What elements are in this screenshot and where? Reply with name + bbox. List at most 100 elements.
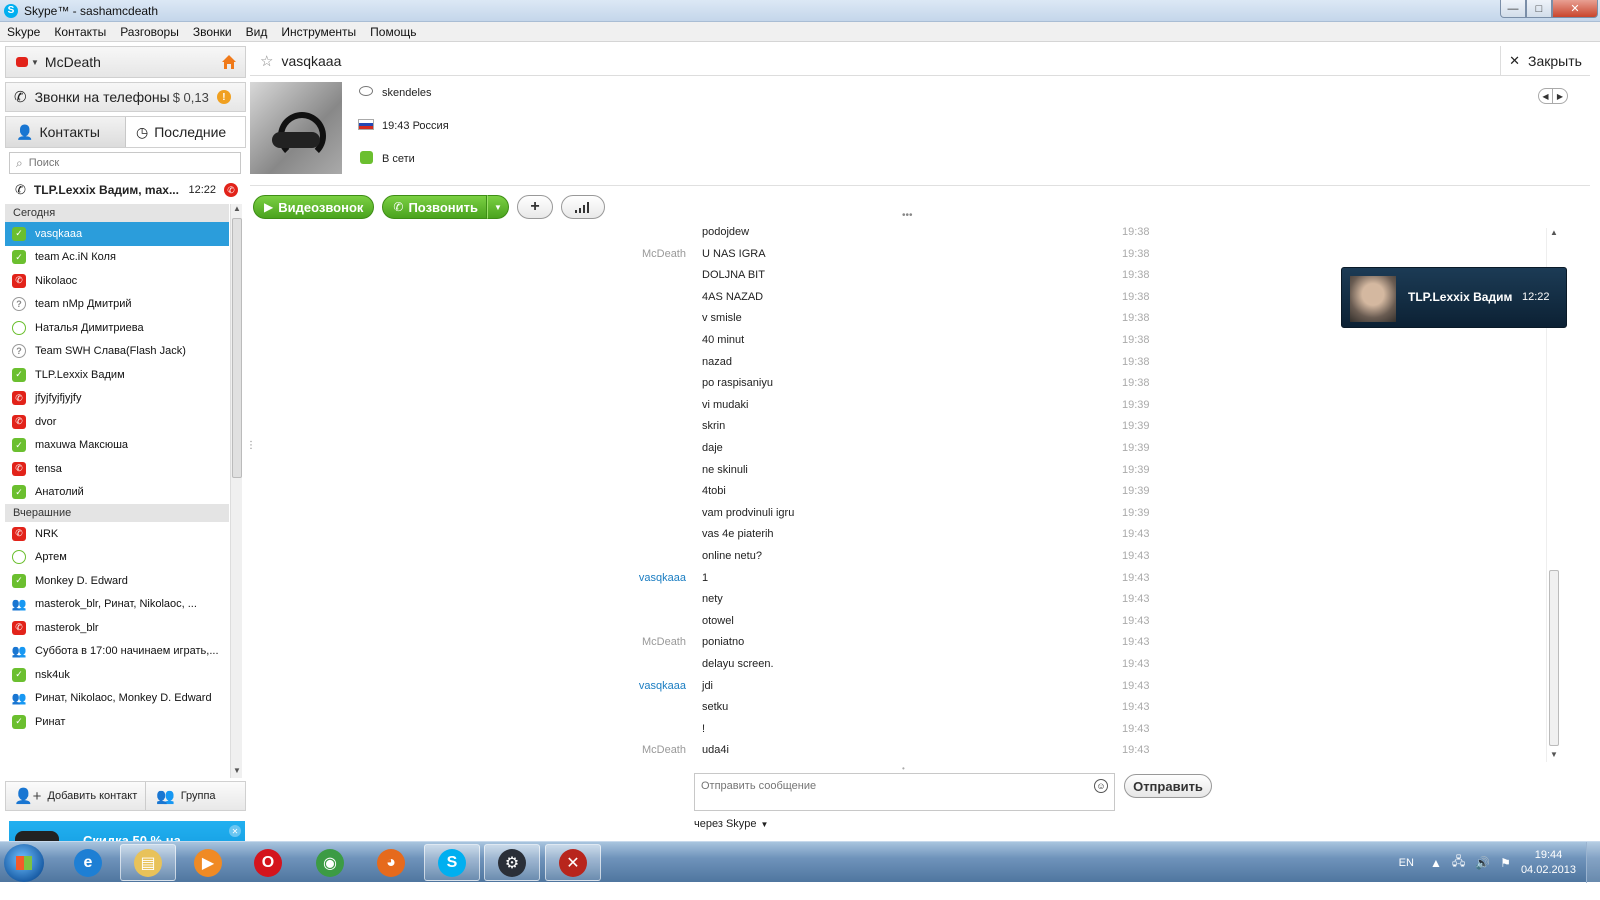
message-author[interactable]: McDeath [566,248,686,260]
menu-tools[interactable]: Инструменты [281,25,356,39]
start-button[interactable] [4,844,44,882]
emoticon-icon[interactable]: ☺ [1094,779,1108,793]
taskbar-app-button[interactable]: ◕ [363,844,419,881]
close-window-button[interactable]: ✕ [1552,0,1598,18]
tray-expand-icon[interactable]: ▲ [1430,856,1442,870]
my-name[interactable]: McDeath [45,54,101,70]
menu-bar: Skype Контакты Разговоры Звонки Вид Инст… [0,22,1600,42]
contact-list-item[interactable]: ? team nMp Дмитрий [5,293,229,317]
menu-view[interactable]: Вид [246,25,268,39]
send-via-selector[interactable]: через Skype ▼ [694,818,768,830]
scroll-up-icon[interactable]: ▲ [1547,228,1561,240]
message-input[interactable] [701,780,1081,792]
call-quality-button[interactable] [561,195,605,219]
home-icon[interactable] [221,54,237,70]
contact-name: maxuwa Максюша [35,439,129,452]
message-author[interactable]: vasqkaaa [566,680,686,692]
close-chat-button[interactable]: ✕ Закрыть [1500,46,1590,76]
tab-recent[interactable]: ◷ Последние [126,117,245,147]
contact-list-item[interactable]: Артем [5,546,229,570]
clock[interactable]: 19:44 04.02.2013 [1521,848,1576,878]
menu-skype[interactable]: Skype [7,25,40,39]
next-arrow-icon[interactable]: ▶ [1553,89,1567,103]
contact-list-item[interactable]: ✆ tensa [5,457,229,481]
hang-up-icon[interactable]: ✆ [224,183,238,197]
contact-list-item[interactable]: ✓ vasqkaaa [5,222,229,246]
contact-avatar[interactable] [250,82,342,174]
contact-list-item[interactable]: ✆ dvor [5,410,229,434]
minimize-button[interactable]: — [1500,0,1526,18]
action-center-icon[interactable]: ⚑ [1500,856,1511,870]
menu-help[interactable]: Помощь [370,25,416,39]
scroll-up-icon[interactable]: ▲ [231,204,243,216]
taskbar-app-button[interactable]: O [240,844,296,881]
message-author[interactable]: McDeath [566,636,686,648]
message-row: otowel 19:43 [250,615,1550,637]
caller-avatar [1350,276,1396,322]
close-promo-icon[interactable]: ✕ [229,825,241,837]
language-indicator[interactable]: EN [1399,857,1414,869]
contact-list-item[interactable]: ✓ TLP.Lexxix Вадим [5,363,229,387]
taskbar-app-button[interactable]: ▤ [120,844,176,881]
contact-list-item[interactable]: ✓ Ринат [5,710,229,734]
chevron-down-icon[interactable]: ▼ [31,58,39,67]
taskbar-app-button[interactable]: S [424,844,480,881]
add-contact-button[interactable]: 👤+ Добавить контакт [6,782,146,810]
taskbar-app-button[interactable]: ⚙ [484,844,540,881]
contact-list-item[interactable]: 👥 Суббота в 17:00 начинаем играть,... [5,640,229,664]
scroll-thumb[interactable] [1549,570,1559,746]
active-call-row[interactable]: ✆ TLP.Lexxix Вадим, max... 12:22 ✆ [5,178,246,202]
video-call-button[interactable]: ▶ Видеозвонок [253,195,375,219]
contact-tabs: 👤 Контакты ◷ Последние [5,116,246,148]
message-row: daje 19:39 [250,442,1550,464]
compose-resize-handle[interactable]: • [902,764,905,773]
scroll-down-icon[interactable]: ▼ [231,766,243,778]
message-author[interactable]: McDeath [566,744,686,756]
contact-list-item[interactable]: ✓ team Ac.iN Коля [5,246,229,270]
scroll-thumb[interactable] [232,218,242,478]
contact-list-item[interactable]: ✓ Monkey D. Edward [5,569,229,593]
my-profile-row[interactable]: ▼ McDeath [5,46,246,78]
message-text: 4AS NAZAD [702,290,764,303]
favorite-star-icon[interactable]: ☆ [260,52,273,70]
scroll-down-icon[interactable]: ▼ [1547,750,1561,762]
network-icon[interactable]: 🖧 [1452,852,1465,873]
contact-list-item[interactable]: 👥 Ринат, Nikolaoc, Monkey D. Edward [5,687,229,711]
menu-calls[interactable]: Звонки [193,25,232,39]
contact-list-item[interactable]: ✆ Nikolaoc [5,269,229,293]
create-group-button[interactable]: 👥 Группа [146,782,245,810]
taskbar-app-button[interactable]: ▶ [180,844,236,881]
incoming-call-notification[interactable]: TLP.Lexxix Вадим 12:22 [1341,267,1567,328]
taskbar-app-button[interactable]: ◉ [302,844,358,881]
contact-list-item[interactable]: ✓ Анатолий [5,481,229,505]
prev-arrow-icon[interactable]: ◀ [1539,89,1553,103]
maximize-button[interactable]: □ [1526,0,1552,18]
contact-list-item[interactable]: ✆ NRK [5,522,229,546]
contact-list-item[interactable]: ✆ masterok_blr [5,616,229,640]
tab-contacts[interactable]: 👤 Контакты [6,117,126,147]
contact-list-scrollbar[interactable]: ▲ ▼ [230,204,242,778]
send-button[interactable]: Отправить [1124,774,1212,798]
menu-conversations[interactable]: Разговоры [120,25,179,39]
mood-row: skendeles [358,86,432,99]
contact-list-item[interactable]: ✓ nsk4uk [5,663,229,687]
contact-list-item[interactable]: Наталья Димитриева [5,316,229,340]
volume-icon[interactable]: 🔊 [1475,856,1490,870]
contact-list-item[interactable]: 👥 masterok_blr, Ринат, Nikolaoc, ... [5,593,229,617]
show-desktop-button[interactable] [1586,842,1600,883]
call-dropdown-button[interactable]: ▼ [487,195,509,219]
taskbar-app-button[interactable]: e [60,844,116,881]
add-button[interactable]: + [517,195,553,219]
menu-contacts[interactable]: Контакты [54,25,106,39]
call-button[interactable]: ✆ Позвонить [382,195,487,219]
my-status-icon[interactable] [16,57,28,67]
contact-list-item[interactable]: ✆ jfyjfyjfjyjfy [5,387,229,411]
message-author[interactable]: vasqkaaa [566,572,686,584]
contact-list-item[interactable]: ? Team SWH Слава(Flash Jack) [5,340,229,364]
taskbar-app-button[interactable]: ✕ [545,844,601,881]
message-row: McDeath poniatno 19:43 [250,636,1550,658]
search-input[interactable] [28,157,229,169]
call-phones-row[interactable]: ✆ Звонки на телефоны $ 0,13 ! [5,82,246,112]
contact-list-item[interactable]: ✓ maxuwa Максюша [5,434,229,458]
active-call-name: TLP.Lexxix Вадим, max... [33,183,179,197]
